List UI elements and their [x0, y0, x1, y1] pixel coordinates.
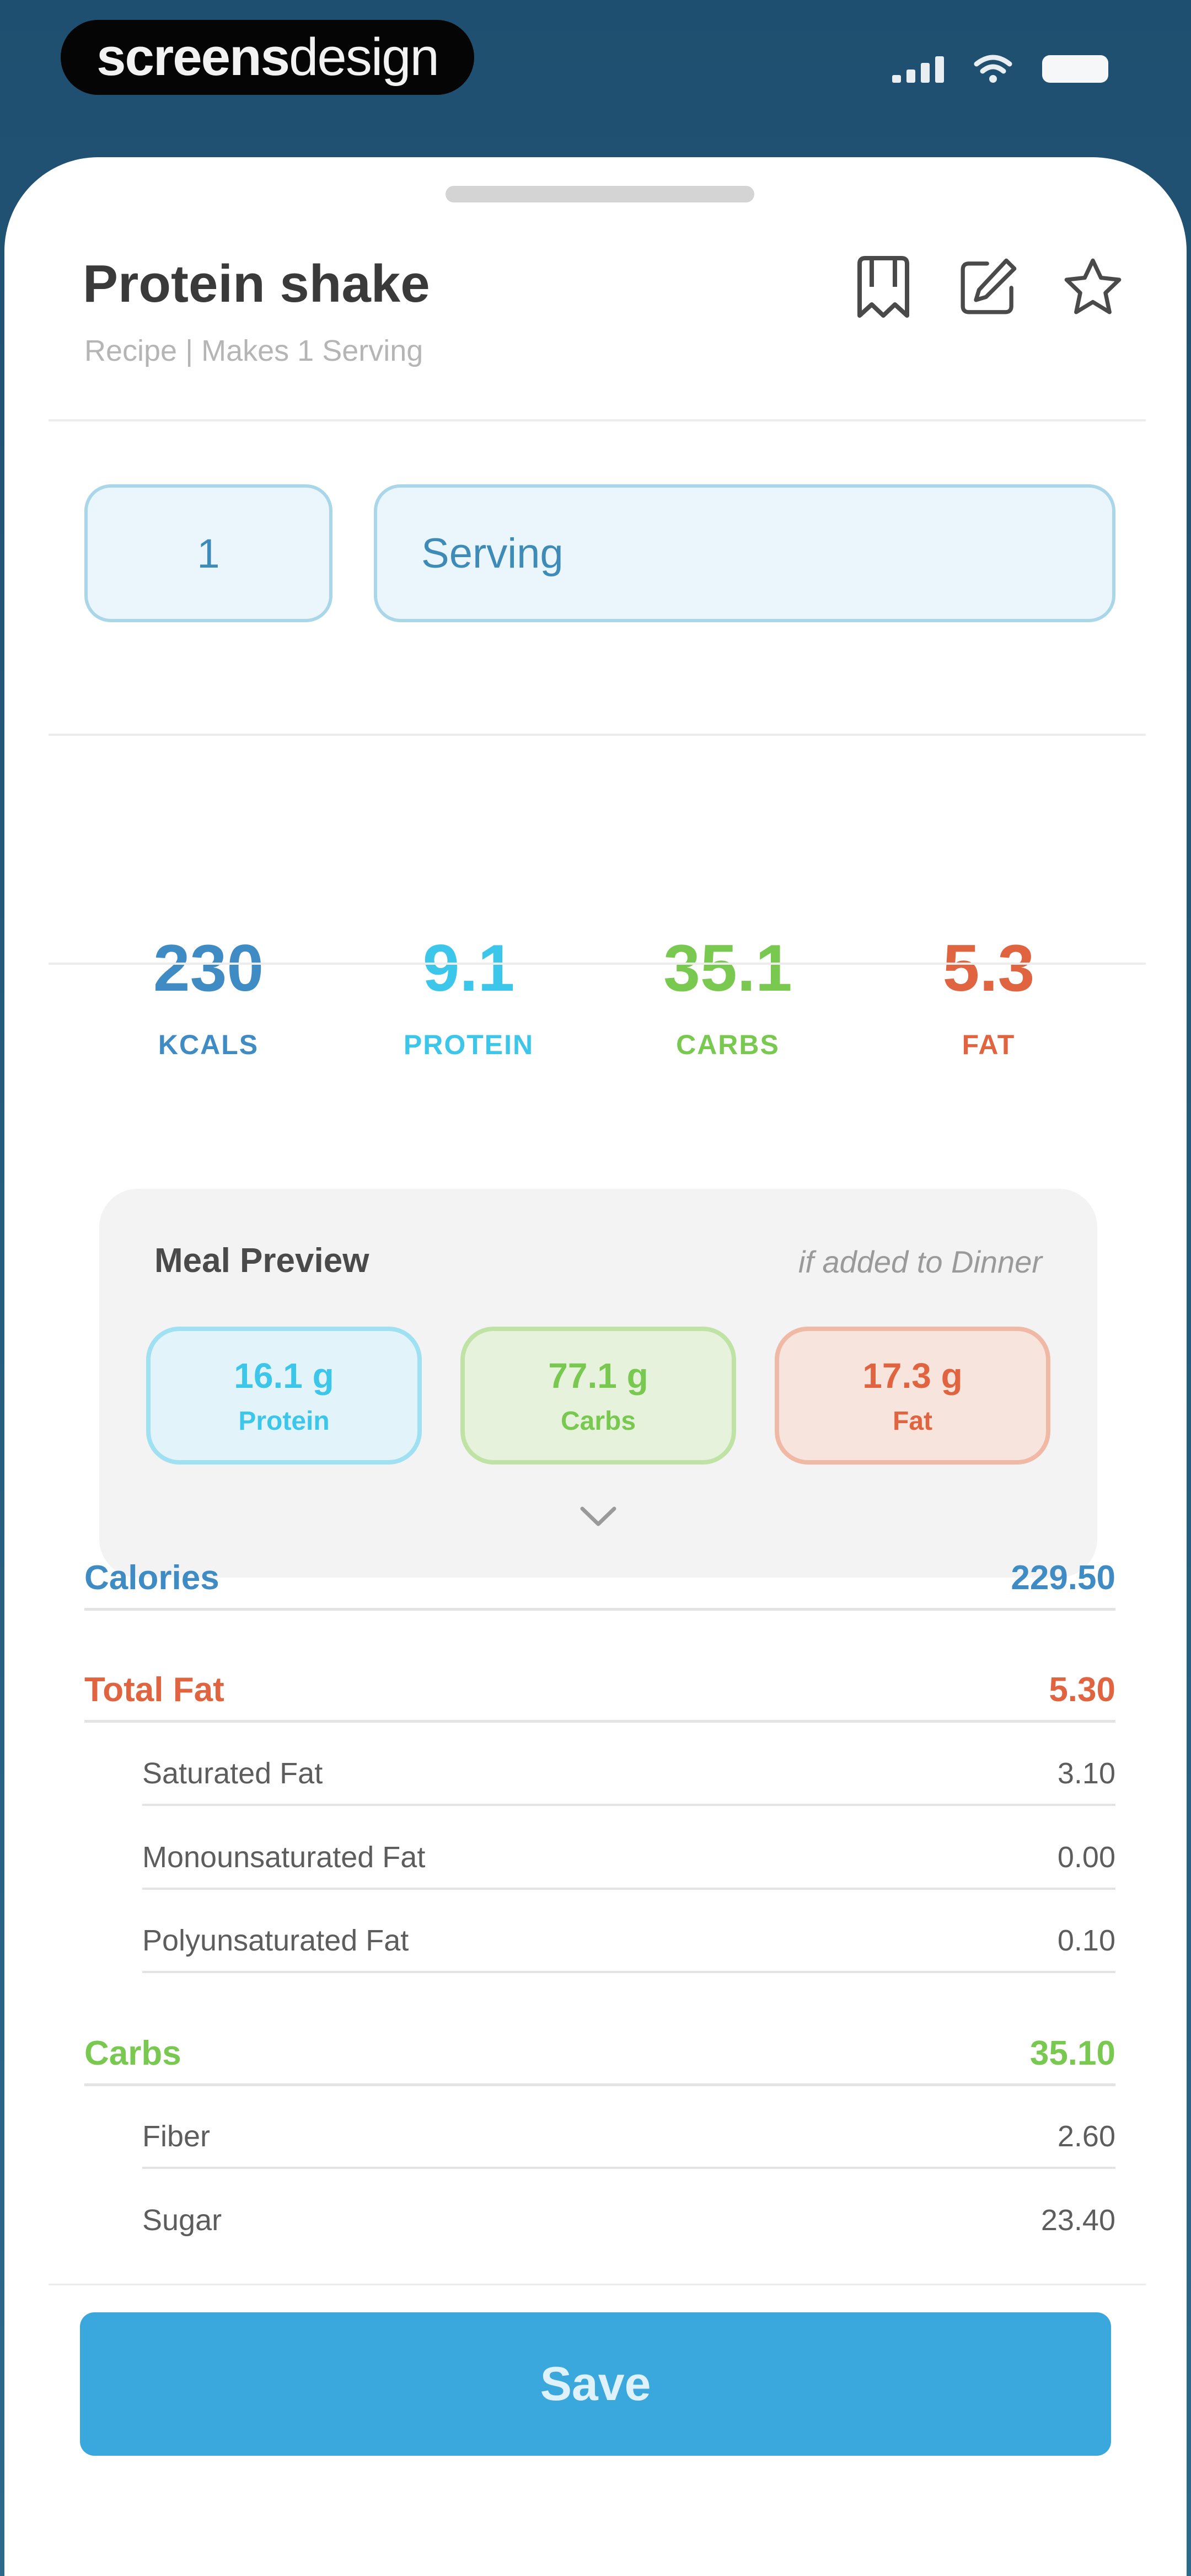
nutrition-value: 2.60	[1057, 2120, 1115, 2153]
nutrition-label: Sugar	[142, 2204, 222, 2237]
nutrition-value: 35.10	[1029, 2034, 1115, 2072]
divider	[49, 419, 1146, 421]
preview-chip-carbs-value: 77.1 g	[548, 1355, 648, 1396]
chevron-down-icon[interactable]	[579, 1503, 618, 1531]
nutrition-row-monounsaturated-fat: Monounsaturated Fat 0.00	[142, 1827, 1115, 1888]
battery-icon	[1042, 55, 1108, 83]
brand-logo: screens design	[61, 20, 474, 95]
save-button[interactable]: Save	[80, 2312, 1111, 2456]
sheet-grabber[interactable]	[446, 186, 754, 202]
row-divider	[142, 1888, 1115, 1890]
macro-kcals: 230 KCALS	[82, 935, 335, 1061]
nutrition-label: Calories	[84, 1558, 219, 1597]
macro-carbs-value: 35.1	[663, 931, 792, 1005]
cellular-signal-icon	[892, 55, 944, 83]
nutrition-row-fiber: Fiber 2.60	[142, 2106, 1115, 2167]
preview-chip-fat: 17.3 g Fat	[775, 1327, 1050, 1465]
star-icon	[1064, 258, 1122, 314]
macro-kcals-value: 230	[153, 931, 264, 1005]
row-divider	[84, 1720, 1115, 1723]
nutrition-value: 229.50	[1011, 1558, 1115, 1597]
edit-icon	[961, 258, 1017, 314]
preview-chip-protein-label: Protein	[238, 1406, 330, 1436]
brand-logo-part1: screens	[96, 28, 290, 87]
edit-button[interactable]	[955, 251, 1021, 323]
macro-protein-label: PROTEIN	[403, 1029, 534, 1060]
row-divider	[84, 1608, 1115, 1611]
nutrition-label: Carbs	[84, 2034, 181, 2072]
nutrition-row-carbs: Carbs 35.10	[84, 2023, 1115, 2083]
preview-chip-fat-label: Fat	[893, 1406, 932, 1436]
status-bar: screens design	[0, 0, 1191, 143]
nutrition-row-saturated-fat: Saturated Fat 3.10	[142, 1743, 1115, 1804]
food-title: Protein shake	[83, 254, 430, 313]
header-actions	[850, 251, 1126, 323]
nutrition-label: Polyunsaturated Fat	[142, 1924, 409, 1957]
macro-fat-label: FAT	[962, 1029, 1016, 1060]
nutrition-value: 0.10	[1057, 1924, 1115, 1957]
divider	[49, 2284, 1146, 2285]
meal-preview-note: if added to Dinner	[798, 1244, 1042, 1279]
nutrition-value: 0.00	[1057, 1841, 1115, 1874]
macro-carbs-label: CARBS	[676, 1029, 780, 1060]
serving-quantity-input[interactable]	[84, 484, 332, 622]
food-subtitle: Recipe | Makes 1 Serving	[84, 334, 423, 367]
preview-chip-protein: 16.1 g Protein	[146, 1327, 422, 1465]
serving-unit-value: Serving	[421, 530, 564, 577]
food-detail-sheet: Protein shake Recipe | Makes 1 Serving S…	[4, 157, 1187, 2576]
macro-protein: 9.1 PROTEIN	[342, 935, 596, 1061]
macro-kcals-label: KCALS	[158, 1029, 259, 1060]
nutrition-value: 3.10	[1057, 1757, 1115, 1790]
nutrition-label: Total Fat	[84, 1670, 224, 1709]
preview-chip-carbs-label: Carbs	[560, 1406, 636, 1436]
wifi-icon	[974, 55, 1012, 83]
bookmark-button[interactable]	[850, 251, 916, 323]
row-divider	[142, 1971, 1115, 1973]
row-divider	[142, 1804, 1115, 1806]
nutrition-row-polyunsaturated-fat: Polyunsaturated Fat 0.10	[142, 1910, 1115, 1971]
macro-carbs: 35.1 CARBS	[601, 935, 855, 1061]
nutrition-label: Saturated Fat	[142, 1757, 323, 1790]
preview-chip-fat-value: 17.3 g	[862, 1355, 963, 1396]
meal-preview-title: Meal Preview	[154, 1242, 369, 1280]
nutrition-label: Fiber	[142, 2120, 211, 2153]
bookmark-icon	[857, 256, 909, 318]
favorite-button[interactable]	[1060, 251, 1126, 323]
preview-chip-carbs: 77.1 g Carbs	[460, 1327, 736, 1465]
meal-preview-card[interactable]: Meal Preview if added to Dinner 16.1 g P…	[99, 1189, 1097, 1578]
nutrition-row-total-fat: Total Fat 5.30	[84, 1659, 1115, 1720]
nutrition-label: Monounsaturated Fat	[142, 1841, 426, 1874]
status-icons	[892, 50, 1108, 88]
nutrition-value: 5.30	[1049, 1670, 1115, 1709]
nutrition-value: 23.40	[1040, 2204, 1115, 2237]
macro-fat-value: 5.3	[942, 931, 1035, 1005]
nutrition-row-calories: Calories 229.50	[84, 1547, 1115, 1608]
macro-fat: 5.3 FAT	[862, 935, 1115, 1061]
serving-unit-select[interactable]: Serving	[374, 484, 1115, 622]
divider	[49, 963, 1146, 965]
row-divider	[142, 2167, 1115, 2169]
divider	[49, 734, 1146, 736]
nutrition-row-sugar: Sugar 23.40	[142, 2190, 1115, 2251]
preview-chip-protein-value: 16.1 g	[234, 1355, 334, 1396]
row-divider	[84, 2083, 1115, 2086]
brand-logo-part2: design	[289, 28, 439, 87]
macro-protein-value: 9.1	[422, 931, 515, 1005]
